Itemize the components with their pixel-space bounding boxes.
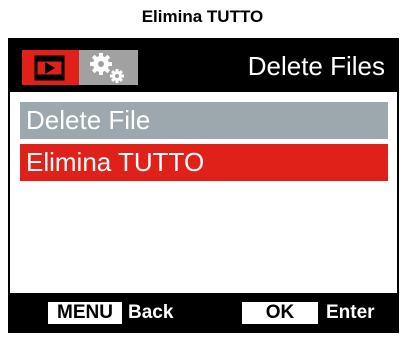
tab-settings[interactable]	[79, 50, 138, 85]
settings-gears-icon	[90, 53, 124, 83]
screen-title: Delete Files	[247, 51, 385, 81]
playback-icon	[34, 55, 65, 81]
menu-item-delete-all[interactable]: Elimina TUTTO	[20, 144, 388, 181]
page-caption: Elimina TUTTO	[141, 7, 264, 26]
tab-playback[interactable]	[22, 50, 79, 85]
header-bar: Delete Files	[10, 40, 397, 92]
back-label: Back	[128, 302, 174, 323]
menu-item-delete-file[interactable]: Delete File	[20, 102, 388, 139]
ok-key[interactable]: OK	[242, 302, 318, 324]
menu-key[interactable]: MENU	[48, 302, 122, 324]
enter-label: Enter	[326, 302, 375, 323]
footer-bar: MENU Back OK Enter	[10, 293, 397, 331]
device-screen: Delete Files Delete File Elimina TUTTO M…	[8, 38, 399, 333]
